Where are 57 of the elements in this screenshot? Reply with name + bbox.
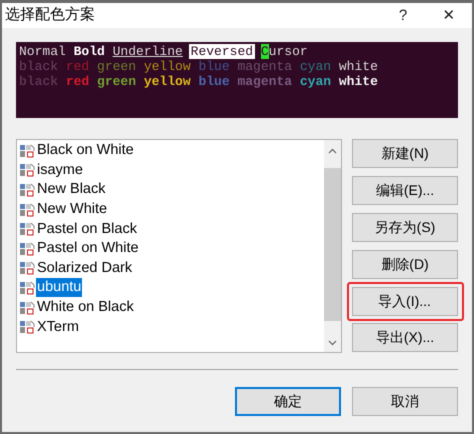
scheme-item[interactable]: White on Black <box>36 298 135 318</box>
scheme-icon <box>19 182 35 198</box>
scheme-icon <box>19 260 35 276</box>
scheme-item[interactable]: Black on White <box>36 141 135 160</box>
preview-text: Normal <box>19 44 66 59</box>
preview-text: blue <box>198 74 230 89</box>
scheme-list[interactable]: Black on White isayme New Black New White Pastel on Black Pastel on White Solarized Dark ubuntu White on Black XTerm <box>16 139 342 353</box>
preview-text: black <box>19 59 58 74</box>
window-title: 选择配色方案 <box>5 5 96 26</box>
scheme-item[interactable]: XTerm <box>36 318 80 337</box>
action-button[interactable]: 导入(I)... <box>352 286 458 316</box>
scheme-icon <box>19 319 35 336</box>
preview-text: yellow <box>144 59 191 74</box>
scheme-item[interactable]: isayme <box>36 160 84 180</box>
scheme-item[interactable]: Pastel on Black <box>36 220 138 239</box>
scheme-icon <box>19 162 35 178</box>
ok-button[interactable]: 确定 <box>235 387 341 416</box>
action-button[interactable]: 编辑(E)... <box>352 176 458 205</box>
scheme-icon <box>19 240 35 257</box>
cursor-block: C <box>260 44 269 59</box>
action-button[interactable]: 导出(X)... <box>352 323 458 352</box>
preview-text: ursor <box>268 44 308 59</box>
action-button[interactable]: 另存为(S) <box>352 213 458 242</box>
preview-text: magenta <box>237 59 292 74</box>
preview-text: cyan <box>300 59 332 74</box>
preview-text: green <box>97 74 136 89</box>
preview-text: yellow <box>144 74 191 89</box>
scrollbar-thumb[interactable] <box>324 168 341 321</box>
scroll-down-icon[interactable] <box>328 340 337 346</box>
scheme-icon <box>19 280 35 296</box>
preview-text: blue <box>198 59 230 74</box>
scheme-item[interactable]: New Black <box>36 180 106 200</box>
preview-text: red <box>66 74 90 89</box>
preview-text: cyan <box>300 74 332 89</box>
action-button[interactable]: 新建(N) <box>352 139 458 168</box>
preview-text: green <box>97 59 136 74</box>
preview-text: Reversed <box>188 44 256 59</box>
scheme-icon <box>19 221 35 238</box>
help-button[interactable]: ? <box>380 8 426 23</box>
scheme-item[interactable]: Solarized Dark <box>36 258 134 278</box>
scheme-item[interactable]: Pastel on White <box>36 239 140 258</box>
scheme-icon <box>19 142 35 159</box>
preview-text: white <box>338 74 378 89</box>
cancel-button[interactable]: 取消 <box>352 387 458 416</box>
scroll-up-icon[interactable] <box>328 148 337 154</box>
scheme-icon <box>19 202 35 218</box>
scheme-item[interactable]: New White <box>36 200 108 220</box>
preview-text: Underline <box>112 44 183 59</box>
preview-text: red <box>66 59 90 74</box>
preview-text: magenta <box>237 74 292 89</box>
scheme-item[interactable]: ubuntu <box>36 278 82 298</box>
preview-text: white <box>338 59 378 74</box>
close-button[interactable]: ✕ <box>426 8 472 23</box>
scrollbar[interactable] <box>324 140 341 352</box>
action-button[interactable]: 删除(D) <box>352 250 458 279</box>
scheme-icon <box>19 300 35 316</box>
preview-text: Bold <box>74 44 105 59</box>
